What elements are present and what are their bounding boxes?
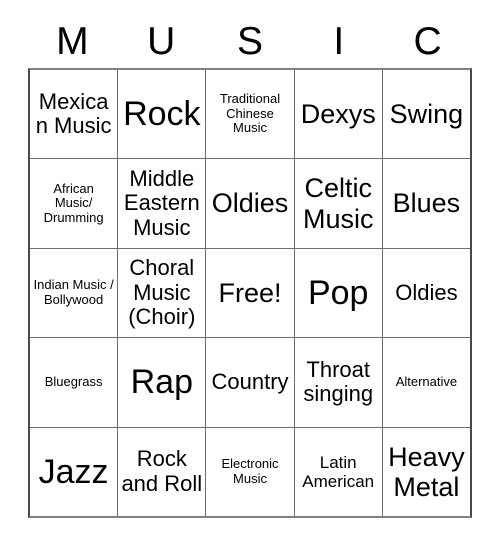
bingo-cell[interactable]: Bluegrass bbox=[30, 338, 119, 427]
bingo-cell-label: Blues bbox=[392, 188, 461, 219]
bingo-cell-label: Latin American bbox=[302, 452, 375, 491]
bingo-cell-label: Middle Eastern Music bbox=[123, 165, 200, 240]
bingo-cell[interactable]: Mexican Music bbox=[30, 70, 119, 159]
bingo-cell-label: Celtic Music bbox=[302, 173, 374, 234]
bingo-cell-label: Jazz bbox=[38, 452, 109, 491]
bingo-row: Bluegrass Rap Country Throat singing Alt… bbox=[30, 338, 471, 428]
bingo-cell[interactable]: Oldies bbox=[382, 248, 471, 338]
bingo-cell[interactable]: Jazz bbox=[30, 427, 119, 517]
bingo-cell[interactable]: Indian Music / Bollywood bbox=[30, 248, 119, 338]
bingo-cell-label: Choral Music (Choir) bbox=[128, 255, 196, 330]
bingo-cell[interactable]: Latin American bbox=[294, 427, 383, 517]
bingo-cell[interactable]: Alternative bbox=[382, 338, 471, 427]
bingo-cell[interactable]: Blues bbox=[382, 159, 471, 248]
bingo-cell-label: Free! bbox=[218, 277, 282, 308]
bingo-cell[interactable]: Rock and Roll bbox=[118, 427, 207, 517]
bingo-cell-label: Oldies bbox=[395, 279, 458, 305]
bingo-cell-label: Swing bbox=[389, 99, 464, 130]
bingo-cell[interactable]: Country bbox=[206, 338, 295, 427]
bingo-cell[interactable]: Throat singing bbox=[294, 338, 383, 427]
bingo-cell-free-space[interactable]: Free! bbox=[206, 248, 295, 338]
bingo-cell[interactable]: Traditional Chinese Music bbox=[206, 70, 295, 159]
bingo-cell[interactable]: Rock bbox=[118, 70, 207, 159]
bingo-cell-label: Dexys bbox=[300, 99, 376, 130]
bingo-cell-label: Alternative bbox=[395, 374, 458, 390]
bingo-cell[interactable]: Middle Eastern Music bbox=[118, 159, 207, 248]
bingo-cell-label: Pop bbox=[307, 273, 369, 312]
bingo-cell-label: Rock and Roll bbox=[121, 446, 203, 496]
bingo-row: Jazz Rock and Roll Electronic Music Lati… bbox=[30, 427, 471, 517]
bingo-header: M U S I C bbox=[28, 14, 472, 68]
bingo-cell[interactable]: Choral Music (Choir) bbox=[118, 248, 207, 338]
bingo-cell-label: Bluegrass bbox=[44, 374, 103, 390]
bingo-cell[interactable]: Electronic Music bbox=[206, 427, 295, 517]
bingo-row: Indian Music / Bollywood Choral Music (C… bbox=[30, 248, 471, 339]
bingo-card: M U S I C Mexican Music Rock Traditional… bbox=[0, 0, 500, 544]
header-letter-3: S bbox=[236, 19, 263, 63]
bingo-cell[interactable]: Heavy Metal bbox=[382, 427, 471, 517]
bingo-cell-label: Country bbox=[211, 369, 289, 395]
bingo-cell[interactable]: Rap bbox=[118, 338, 207, 427]
header-letter-1: M bbox=[56, 19, 89, 63]
bingo-grid: Mexican Music Rock Traditional Chinese M… bbox=[28, 68, 472, 518]
bingo-cell[interactable]: Oldies bbox=[206, 159, 295, 248]
header-letter-4: I bbox=[333, 19, 345, 63]
bingo-cell[interactable]: Pop bbox=[294, 248, 383, 338]
bingo-cell-label: Traditional Chinese Music bbox=[219, 91, 281, 136]
bingo-cell-label: Heavy Metal bbox=[388, 441, 465, 502]
header-letter-5: C bbox=[413, 19, 442, 63]
bingo-cell-label: Throat singing bbox=[303, 356, 374, 407]
bingo-row: Mexican Music Rock Traditional Chinese M… bbox=[30, 70, 471, 160]
bingo-cell[interactable]: Swing bbox=[382, 70, 471, 159]
bingo-cell[interactable]: African Music/ Drumming bbox=[30, 159, 119, 248]
bingo-cell-label: African Music/ Drumming bbox=[43, 180, 104, 225]
bingo-cell-label: Rock bbox=[123, 95, 201, 134]
bingo-row: African Music/ Drumming Middle Eastern M… bbox=[30, 159, 471, 249]
bingo-cell-label: Rap bbox=[130, 363, 193, 402]
bingo-cell-label: Mexican Music bbox=[35, 88, 112, 139]
bingo-cell[interactable]: Celtic Music bbox=[294, 159, 383, 248]
bingo-cell-label: Oldies bbox=[211, 188, 289, 219]
bingo-cell-label: Electronic Music bbox=[221, 456, 279, 486]
bingo-cell[interactable]: Dexys bbox=[294, 70, 383, 159]
header-letter-2: U bbox=[147, 19, 176, 63]
bingo-cell-label: Indian Music / Bollywood bbox=[33, 277, 114, 308]
